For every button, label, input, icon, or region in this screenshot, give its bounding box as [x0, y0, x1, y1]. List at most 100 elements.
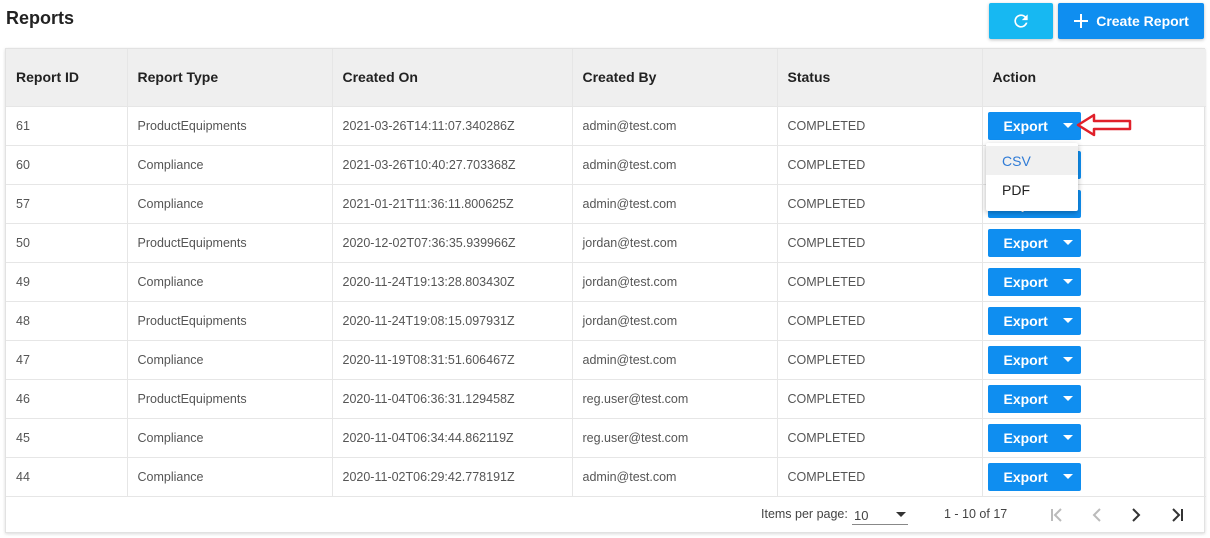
- cell-report-type: ProductEquipments: [127, 223, 333, 263]
- cell-report-id: 45: [6, 418, 128, 458]
- cell-action: Export: [982, 301, 1206, 341]
- cell-report-type: Compliance: [127, 184, 333, 224]
- cell-report-id: 47: [6, 340, 128, 380]
- cell-created-by: jordan@test.com: [572, 301, 778, 341]
- first-page-button[interactable]: [1046, 505, 1068, 525]
- caret-down-icon: [1062, 435, 1073, 440]
- cell-created-on: 2021-01-21T11:36:11.800625Z: [332, 184, 573, 224]
- items-per-page-label: Items per page:: [761, 507, 848, 521]
- cell-report-type: Compliance: [127, 340, 333, 380]
- cell-action: Export: [982, 223, 1206, 263]
- header-created-on[interactable]: Created On: [332, 49, 573, 107]
- plus-icon: [1074, 14, 1089, 28]
- table-row: 45 Compliance 2020-11-04T06:34:44.862119Z r…: [6, 418, 1206, 458]
- previous-page-button[interactable]: [1086, 505, 1108, 525]
- cell-action: Export: [982, 340, 1206, 380]
- cell-action: Export: [982, 418, 1206, 458]
- cell-status: COMPLETED: [777, 106, 983, 146]
- export-button[interactable]: Export: [987, 111, 1081, 140]
- cell-created-on: 2020-11-04T06:36:31.129458Z: [332, 379, 573, 419]
- cell-report-id: 49: [6, 262, 128, 302]
- cell-created-by: reg.user@test.com: [572, 379, 778, 419]
- cell-report-id: 48: [6, 301, 128, 341]
- last-page-button[interactable]: [1166, 505, 1188, 525]
- reports-table: Report ID Report Type Created On Created…: [6, 49, 1206, 497]
- cell-report-type: ProductEquipments: [127, 301, 333, 341]
- cell-status: COMPLETED: [777, 145, 983, 185]
- page-title: Reports: [6, 8, 75, 28]
- items-per-page-value: 10: [854, 508, 869, 523]
- cell-action: Export: [982, 262, 1206, 302]
- export-option-csv[interactable]: CSV: [986, 146, 1078, 175]
- table-row: 49 Compliance 2020-11-24T19:13:28.803430Z j…: [6, 262, 1206, 302]
- cell-action: Export: [982, 457, 1206, 497]
- cell-status: COMPLETED: [777, 184, 983, 224]
- cell-created-by: jordan@test.com: [572, 262, 778, 302]
- cell-created-on: 2020-11-24T19:08:15.097931Z: [332, 301, 573, 341]
- export-button-label: Export: [1003, 312, 1048, 329]
- cell-report-id: 44: [6, 457, 128, 497]
- first-page-icon: [1051, 508, 1062, 522]
- cell-report-type: ProductEquipments: [127, 379, 333, 419]
- cell-created-on: 2020-11-24T19:13:28.803430Z: [332, 262, 573, 302]
- export-button[interactable]: Export: [987, 462, 1081, 491]
- cell-report-id: 46: [6, 379, 128, 419]
- red-outline-arrow-icon: [1076, 113, 1132, 137]
- header-status[interactable]: Status: [777, 49, 983, 107]
- cell-report-type: Compliance: [127, 145, 333, 185]
- export-button-label: Export: [1003, 117, 1048, 134]
- header-report-type[interactable]: Report Type: [127, 49, 333, 107]
- cell-report-type: ProductEquipments: [127, 106, 333, 146]
- export-button[interactable]: Export: [987, 384, 1081, 413]
- last-page-icon: [1172, 508, 1183, 522]
- chevron-down-icon: [896, 512, 906, 517]
- export-button[interactable]: Export: [987, 423, 1081, 452]
- table-row: 48 ProductEquipments 2020-11-24T19:08:15.0…: [6, 301, 1206, 341]
- cell-created-by: admin@test.com: [572, 340, 778, 380]
- cell-report-type: Compliance: [127, 262, 333, 302]
- cell-report-id: 61: [6, 106, 128, 146]
- cell-status: COMPLETED: [777, 457, 983, 497]
- cell-created-by: admin@test.com: [572, 145, 778, 185]
- cell-created-by: admin@test.com: [572, 106, 778, 146]
- cell-report-id: 57: [6, 184, 128, 224]
- items-per-page-select[interactable]: 10: [852, 505, 908, 525]
- cell-created-by: admin@test.com: [572, 184, 778, 224]
- caret-down-icon: [1062, 357, 1073, 362]
- cell-created-by: reg.user@test.com: [572, 418, 778, 458]
- export-option-pdf[interactable]: PDF: [986, 175, 1078, 204]
- refresh-button[interactable]: [989, 3, 1053, 39]
- export-button[interactable]: Export: [987, 306, 1081, 335]
- export-button-label: Export: [1003, 390, 1048, 407]
- export-button[interactable]: Export: [987, 228, 1081, 257]
- export-button-label: Export: [1003, 273, 1048, 290]
- pagination-range: 1 - 10 of 17: [944, 507, 1008, 521]
- export-button[interactable]: Export: [987, 267, 1081, 296]
- cell-status: COMPLETED: [777, 262, 983, 302]
- export-button[interactable]: Export: [987, 345, 1081, 374]
- reports-table-card: Report ID Report Type Created On Created…: [5, 48, 1206, 534]
- table-row: 47 Compliance 2020-11-19T08:31:51.606467Z a…: [6, 340, 1206, 380]
- cell-status: COMPLETED: [777, 379, 983, 419]
- cell-created-on: 2020-11-04T06:34:44.862119Z: [332, 418, 573, 458]
- cell-created-on: 2020-11-19T08:31:51.606467Z: [332, 340, 573, 380]
- chevron-left-icon: [1092, 508, 1101, 522]
- caret-down-icon: [1062, 279, 1073, 284]
- table-row: 61 ProductEquipments 2021-03-26T14:11:07.3…: [6, 106, 1206, 146]
- table-row: 46 ProductEquipments 2020-11-04T06:36:31.1…: [6, 379, 1206, 419]
- export-button-label: Export: [1003, 234, 1048, 251]
- table-row: 44 Compliance 2020-11-02T06:29:42.778191Z a…: [6, 457, 1206, 497]
- caret-down-icon: [1062, 396, 1073, 401]
- pagination-bar: Items per page: 10 1 - 10 of 17: [6, 496, 1204, 534]
- next-page-button[interactable]: [1125, 505, 1147, 525]
- cell-status: COMPLETED: [777, 340, 983, 380]
- header-created-by[interactable]: Created By: [572, 49, 778, 107]
- header-report-id[interactable]: Report ID: [6, 49, 128, 107]
- caret-down-icon: [1062, 240, 1073, 245]
- caret-down-icon: [1062, 474, 1073, 479]
- cell-created-on: 2020-12-02T07:36:35.939966Z: [332, 223, 573, 263]
- chevron-right-icon: [1132, 508, 1141, 522]
- cell-report-id: 60: [6, 145, 128, 185]
- create-report-button[interactable]: Create Report: [1058, 3, 1204, 39]
- refresh-icon: [1014, 14, 1028, 28]
